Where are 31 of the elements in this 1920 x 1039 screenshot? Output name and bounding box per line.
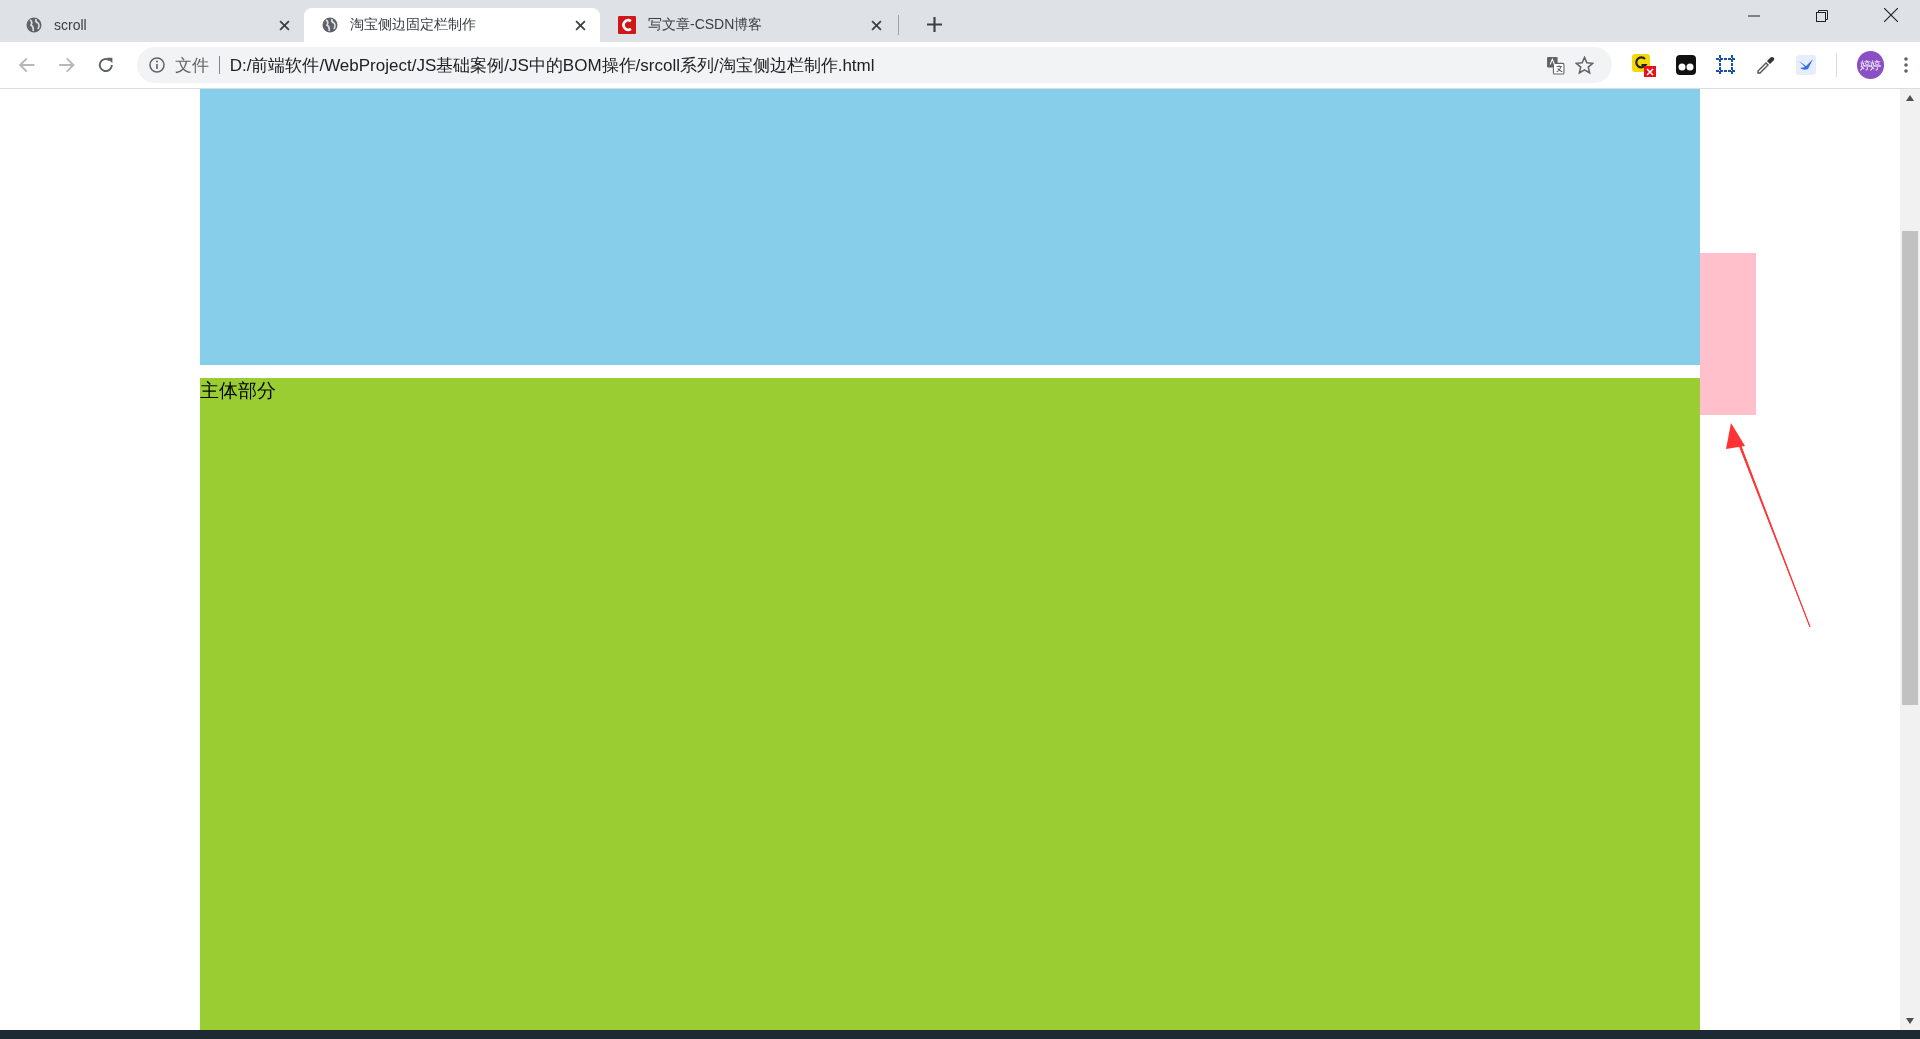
close-icon[interactable] bbox=[1884, 8, 1898, 22]
scheme-label: 文件 bbox=[174, 54, 209, 77]
scroll-up-icon[interactable] bbox=[1906, 95, 1914, 101]
profile-avatar[interactable]: 婷婷 bbox=[1856, 51, 1884, 79]
close-icon[interactable] bbox=[871, 19, 882, 31]
scroll-down-icon[interactable] bbox=[1906, 1018, 1914, 1024]
new-tab-icon[interactable] bbox=[927, 17, 942, 32]
close-icon[interactable] bbox=[575, 19, 586, 31]
scrollbar[interactable] bbox=[1900, 89, 1920, 1030]
url-text: D:/前端软件/WebProject/JS基础案例/JS中的BOM操作/srcoll系列/淘宝侧边栏制作.html bbox=[229, 54, 875, 77]
crop-icon[interactable] bbox=[1715, 55, 1736, 75]
star-icon[interactable] bbox=[1574, 55, 1594, 75]
close-icon[interactable] bbox=[279, 19, 290, 31]
extension-icon[interactable] bbox=[1631, 53, 1656, 77]
restore-icon[interactable] bbox=[1816, 10, 1828, 22]
main-label: 主体部分 bbox=[200, 380, 276, 401]
globe-icon bbox=[26, 17, 42, 33]
browser-tab[interactable]: scroll bbox=[8, 8, 304, 42]
extension-icon[interactable] bbox=[1675, 55, 1696, 75]
info-icon bbox=[148, 57, 165, 73]
browser-tab[interactable]: 写文章-CSDN博客 bbox=[600, 8, 896, 42]
scrollbar-thumb[interactable] bbox=[1902, 231, 1918, 705]
browser-tab[interactable]: 淘宝侧边固定栏制作 bbox=[304, 8, 600, 42]
bird-icon[interactable] bbox=[1795, 55, 1816, 75]
eyedropper-icon[interactable] bbox=[1755, 55, 1776, 75]
address-bar[interactable]: 文件 D:/前端软件/WebProject/JS基础案例/JS中的BOM操作/srcoll系列/淘宝侧边栏制作.html bbox=[136, 47, 1612, 83]
c-logo-icon bbox=[618, 16, 636, 34]
globe-icon bbox=[322, 17, 338, 33]
menu-icon[interactable] bbox=[1904, 57, 1908, 73]
reload-icon[interactable] bbox=[97, 56, 115, 74]
translate-icon[interactable] bbox=[1545, 55, 1565, 75]
